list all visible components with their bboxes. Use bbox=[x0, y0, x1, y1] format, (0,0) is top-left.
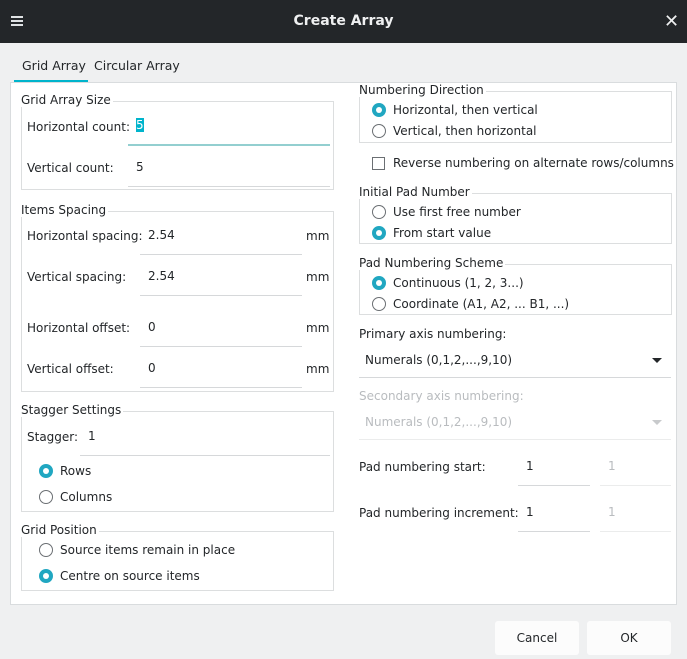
chevron-down-icon[interactable] bbox=[652, 358, 662, 363]
pad-start-label: Pad numbering start: bbox=[359, 460, 486, 474]
h-then-v-label[interactable]: Horizontal, then vertical bbox=[393, 103, 538, 117]
group-title: Stagger Settings bbox=[21, 403, 124, 417]
pad-start-input[interactable]: 1 bbox=[518, 459, 590, 486]
unit-label: mm bbox=[306, 270, 330, 284]
v-offset-label: Vertical offset: bbox=[27, 362, 114, 376]
continuous-label[interactable]: Continuous (1, 2, 3...) bbox=[393, 276, 524, 290]
chevron-down-icon bbox=[652, 420, 662, 425]
reverse-label[interactable]: Reverse numbering on alternate rows/colu… bbox=[393, 156, 674, 170]
h-offset-label: Horizontal offset: bbox=[27, 321, 131, 335]
h-spacing-label: Horizontal spacing: bbox=[27, 229, 143, 243]
group-title: Numbering Direction bbox=[359, 83, 486, 97]
primary-axis-combo[interactable]: Numerals (0,1,2,...,9,10) bbox=[359, 350, 671, 378]
h-offset-input[interactable]: 0 bbox=[140, 320, 302, 347]
rows-radio[interactable] bbox=[39, 464, 53, 478]
coordinate-label[interactable]: Coordinate (A1, A2, ... B1, ...) bbox=[393, 297, 569, 311]
tab-circular-array[interactable]: Circular Array bbox=[94, 58, 180, 73]
v-offset-input[interactable]: 0 bbox=[140, 361, 302, 388]
stagger-input[interactable]: 1 bbox=[80, 429, 330, 456]
h-spacing-input[interactable]: 2.54 bbox=[140, 228, 302, 255]
start-value-radio[interactable] bbox=[372, 226, 386, 240]
cancel-button[interactable]: Cancel bbox=[495, 621, 579, 655]
horizontal-count-label: Horizontal count: bbox=[27, 120, 130, 134]
columns-radio[interactable] bbox=[39, 490, 53, 504]
pad-start-secondary-input: 1 bbox=[600, 459, 671, 486]
ok-button[interactable]: OK bbox=[587, 621, 671, 655]
primary-axis-label: Primary axis numbering: bbox=[359, 327, 507, 341]
first-free-label[interactable]: Use first free number bbox=[393, 205, 521, 219]
unit-label: mm bbox=[306, 229, 330, 243]
v-then-h-radio[interactable] bbox=[372, 124, 386, 138]
unit-label: mm bbox=[306, 362, 330, 376]
horizontal-count-input[interactable]: 5 bbox=[128, 118, 330, 146]
centre-radio[interactable] bbox=[39, 569, 53, 583]
secondary-axis-label: Secondary axis numbering: bbox=[359, 389, 524, 403]
title-bar: Create Array ✕ bbox=[0, 0, 687, 43]
centre-label[interactable]: Centre on source items bbox=[60, 569, 200, 583]
vertical-count-label: Vertical count: bbox=[27, 161, 114, 175]
v-spacing-label: Vertical spacing: bbox=[27, 270, 127, 284]
pad-increment-secondary-input: 1 bbox=[600, 505, 671, 532]
v-then-h-label[interactable]: Vertical, then horizontal bbox=[393, 124, 537, 138]
group-title: Initial Pad Number bbox=[359, 185, 472, 199]
combo-value: Numerals (0,1,2,...,9,10) bbox=[365, 353, 513, 367]
combo-value: Numerals (0,1,2,...,9,10) bbox=[365, 415, 513, 429]
window-title: Create Array bbox=[293, 13, 394, 29]
unit-label: mm bbox=[306, 321, 330, 335]
group-title: Items Spacing bbox=[21, 203, 109, 217]
first-free-radio[interactable] bbox=[372, 205, 386, 219]
h-then-v-radio[interactable] bbox=[372, 103, 386, 117]
stagger-label: Stagger: bbox=[27, 430, 79, 444]
remain-label[interactable]: Source items remain in place bbox=[60, 543, 235, 557]
group-title: Grid Position bbox=[21, 523, 99, 537]
continuous-radio[interactable] bbox=[372, 276, 386, 290]
group-title: Pad Numbering Scheme bbox=[359, 256, 506, 270]
columns-label[interactable]: Columns bbox=[60, 490, 112, 504]
tab-grid-array[interactable]: Grid Array bbox=[22, 58, 86, 73]
start-value-label[interactable]: From start value bbox=[393, 226, 491, 240]
v-spacing-input[interactable]: 2.54 bbox=[140, 269, 302, 296]
vertical-count-input[interactable]: 5 bbox=[128, 160, 330, 187]
pad-increment-label: Pad numbering increment: bbox=[359, 506, 519, 520]
reverse-checkbox[interactable] bbox=[372, 157, 385, 170]
rows-label[interactable]: Rows bbox=[60, 464, 91, 478]
pad-increment-input[interactable]: 1 bbox=[518, 505, 590, 532]
close-icon[interactable]: ✕ bbox=[664, 11, 679, 32]
remain-radio[interactable] bbox=[39, 543, 53, 557]
secondary-axis-combo[interactable]: Numerals (0,1,2,...,9,10) bbox=[359, 412, 671, 440]
group-title: Grid Array Size bbox=[21, 93, 113, 107]
coordinate-radio[interactable] bbox=[372, 297, 386, 311]
